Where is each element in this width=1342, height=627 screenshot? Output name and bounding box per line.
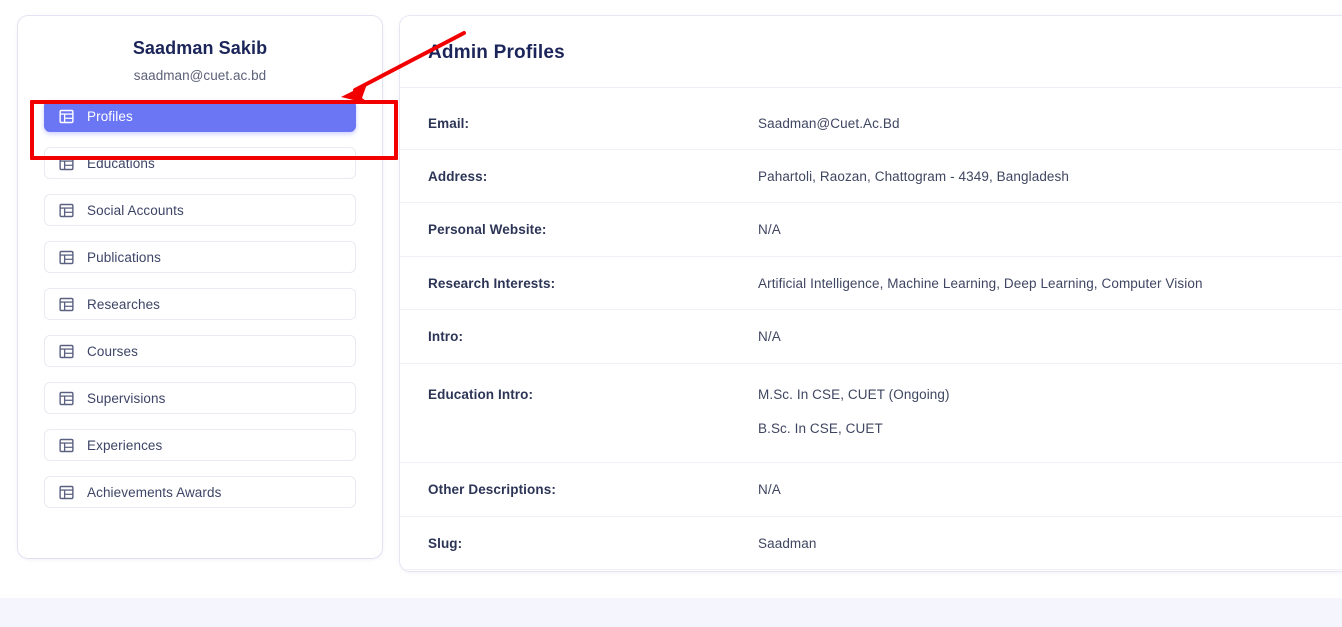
detail-value: Saadman: [758, 516, 1342, 570]
table-icon: [59, 391, 74, 405]
footer-strip: [0, 598, 1342, 627]
sidebar-item-label: Supervisions: [87, 390, 166, 406]
detail-value-line: N/A: [758, 222, 781, 238]
detail-value: N/A: [758, 310, 1342, 364]
sidebar-item-educations[interactable]: Educations: [44, 147, 356, 179]
sidebar-item-courses[interactable]: Courses: [44, 335, 356, 367]
table-icon: [59, 344, 74, 358]
sidebar-item-label: Educations: [87, 155, 155, 171]
sidebar-item-achievements-awards[interactable]: Achievements Awards: [44, 476, 356, 508]
detail-value: M.Sc. In CSE, CUET (Ongoing) B.Sc. In CSE…: [758, 363, 1342, 462]
detail-value: Saadman@Cuet.Ac.Bd: [758, 88, 1342, 149]
sidebar-nav-list: Profiles Educations Social Accounts Publica…: [18, 100, 382, 508]
detail-row: Address: Pahartoli, Raozan, Chattogram - …: [400, 149, 1342, 203]
detail-value: N/A: [758, 203, 1342, 257]
detail-value: N/A: [758, 462, 1342, 516]
table-icon: [59, 438, 74, 452]
table-icon: [59, 297, 74, 311]
sidebar-item-label: Social Accounts: [87, 202, 184, 218]
sidebar-item-label: Courses: [87, 343, 138, 359]
detail-label: Intro:: [428, 329, 464, 345]
detail-label: Research Interests:: [428, 275, 556, 291]
profile-header: Saadman Sakib saadman@cuet.ac.bd: [18, 16, 382, 83]
sidebar-item-experiences[interactable]: Experiences: [44, 429, 356, 461]
detail-value-line: N/A: [758, 481, 781, 497]
detail-label: Other Descriptions:: [428, 481, 556, 497]
detail-row: Slug: Saadman: [400, 516, 1342, 570]
sidebar-item-profiles[interactable]: Profiles: [44, 100, 356, 132]
profile-email: saadman@cuet.ac.bd: [133, 68, 267, 83]
detail-value-line: Saadman: [758, 535, 817, 551]
table-icon: [59, 109, 74, 123]
sidebar-item-label: Profiles: [87, 108, 133, 124]
detail-value-line: Artificial Intelligence, Machine Learnin…: [758, 275, 1203, 291]
sidebar-item-social-accounts[interactable]: Social Accounts: [44, 194, 356, 226]
detail-row: Education Intro: M.Sc. In CSE, CUET (Ongo…: [400, 363, 1342, 463]
page-title: Admin Profiles: [428, 42, 565, 63]
table-icon: [59, 203, 74, 217]
sidebar-item-researches[interactable]: Researches: [44, 288, 356, 320]
sidebar-item-label: Achievements Awards: [87, 484, 222, 500]
table-icon: [59, 250, 74, 264]
detail-label: Address:: [428, 168, 488, 184]
detail-label: Education Intro:: [428, 386, 534, 402]
profile-detail-body: Email: Saadman@Cuet.Ac.Bd Address: Pahartol…: [400, 88, 1342, 570]
detail-label: Personal Website:: [428, 222, 547, 238]
sidebar-card: Saadman Sakib saadman@cuet.ac.bd Profile…: [18, 16, 382, 558]
sidebar-item-label: Researches: [87, 296, 161, 312]
page-root: Saadman Sakib saadman@cuet.ac.bd Profile…: [0, 0, 1342, 627]
detail-row: Other Descriptions: N/A: [400, 462, 1342, 516]
sidebar-item-label: Publications: [87, 249, 161, 265]
table-icon: [59, 485, 74, 499]
table-icon: [59, 156, 74, 170]
sidebar-item-supervisions[interactable]: Supervisions: [44, 382, 356, 414]
detail-value: Artificial Intelligence, Machine Learnin…: [758, 256, 1342, 310]
detail-value-line: Pahartoli, Raozan, Chattogram - 4349, Ba…: [758, 168, 1069, 184]
detail-row: Research Interests: Artificial Intelligen…: [400, 256, 1342, 310]
detail-value-line: Saadman@Cuet.Ac.Bd: [758, 116, 900, 131]
sidebar-item-label: Experiences: [87, 437, 163, 453]
detail-value-line: B.Sc. In CSE, CUET: [758, 421, 883, 437]
profile-name: Saadman Sakib: [132, 38, 268, 58]
main-header: Admin Profiles: [400, 16, 1342, 88]
detail-value-line: M.Sc. In CSE, CUET (Ongoing): [758, 386, 950, 402]
detail-row: Intro: N/A: [400, 310, 1342, 364]
detail-value-line: N/A: [758, 329, 781, 345]
main-content-card: Admin Profiles Email: Saadman@Cuet.Ac.Bd A…: [400, 16, 1342, 571]
detail-row: Email: Saadman@Cuet.Ac.Bd: [400, 88, 1342, 150]
profile-detail-table: Email: Saadman@Cuet.Ac.Bd Address: Pahartol…: [400, 88, 1342, 570]
detail-label: Email:: [428, 116, 470, 131]
detail-row: Personal Website: N/A: [400, 203, 1342, 257]
sidebar-item-publications[interactable]: Publications: [44, 241, 356, 273]
detail-value: Pahartoli, Raozan, Chattogram - 4349, Ba…: [758, 149, 1342, 203]
detail-label: Slug:: [428, 535, 463, 551]
